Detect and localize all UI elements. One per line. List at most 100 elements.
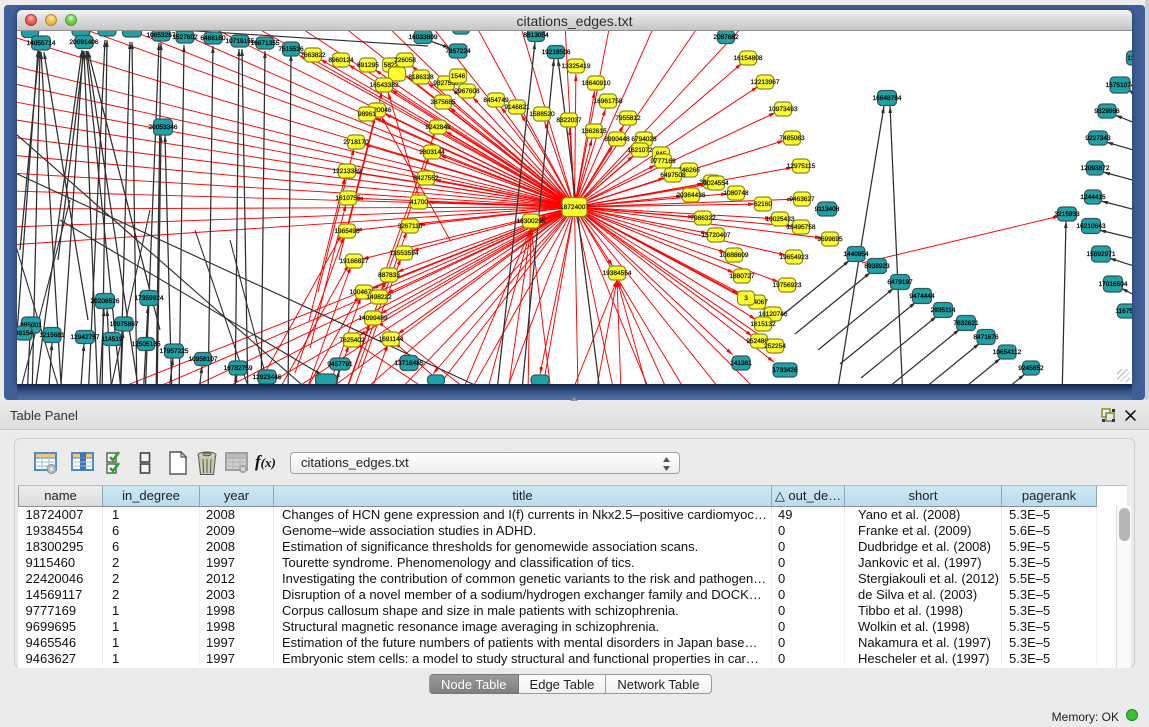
svg-text:12505135: 12505135 — [132, 341, 161, 348]
svg-text:6479197: 6479197 — [887, 279, 913, 286]
svg-text:18300295: 18300295 — [517, 218, 546, 225]
svg-text:17359924: 17359924 — [135, 295, 164, 302]
svg-text:1965498: 1965498 — [334, 228, 360, 235]
svg-text:8454749: 8454749 — [483, 97, 509, 104]
svg-text:7625402: 7625402 — [339, 337, 365, 344]
svg-text:7986322: 7986322 — [690, 215, 716, 222]
svg-text:39154: 39154 — [17, 330, 33, 337]
svg-text:16671355: 16671355 — [251, 40, 280, 47]
svg-text:3: 3 — [744, 295, 748, 302]
svg-text:18724007: 18724007 — [560, 204, 589, 211]
svg-text:10975867: 10975867 — [110, 321, 139, 328]
svg-text:3875685: 3875685 — [430, 99, 456, 106]
svg-text:8471676: 8471676 — [973, 334, 999, 341]
svg-text:8990448: 8990448 — [604, 136, 630, 143]
svg-text:20364436: 20364436 — [677, 192, 706, 199]
svg-text:16210643: 16210643 — [1077, 223, 1106, 230]
svg-text:10973493: 10973493 — [769, 106, 798, 113]
svg-text:10654112: 10654112 — [993, 349, 1022, 356]
svg-text:9242843: 9242843 — [425, 124, 451, 131]
svg-text:98961: 98961 — [358, 111, 376, 118]
svg-text:2087682: 2087682 — [713, 34, 739, 41]
svg-text:7857224: 7857224 — [445, 48, 471, 55]
svg-text:1733426: 1733426 — [772, 367, 798, 374]
svg-text:12093872: 12093872 — [1081, 165, 1110, 172]
svg-text:2803144: 2803144 — [419, 149, 445, 156]
svg-text:19218506: 19218506 — [542, 49, 571, 56]
svg-text:8186328: 8186328 — [408, 74, 434, 81]
svg-text:1527602: 1527602 — [172, 34, 198, 41]
svg-text:252254: 252254 — [764, 343, 786, 350]
svg-text:20691406: 20691406 — [70, 39, 99, 46]
svg-text:1112: 1112 — [1127, 55, 1132, 62]
svg-text:226058: 226058 — [394, 57, 416, 64]
svg-text:20053346: 20053346 — [149, 124, 178, 131]
svg-text:9777169: 9777169 — [650, 158, 676, 165]
svg-text:9699695: 9699695 — [817, 236, 843, 243]
svg-text:16961758: 16961758 — [594, 98, 623, 105]
svg-text:1244415: 1244415 — [1080, 194, 1106, 201]
svg-text:1546: 1546 — [451, 73, 466, 80]
svg-text:15720407: 15720407 — [702, 232, 731, 239]
svg-text:41700: 41700 — [410, 199, 428, 206]
svg-text:8960124: 8960124 — [328, 57, 354, 64]
svg-text:1080748: 1080748 — [723, 190, 749, 197]
svg-text:116753: 116753 — [1115, 308, 1132, 315]
svg-text:16648784: 16648784 — [873, 95, 902, 102]
svg-text:1621072: 1621072 — [627, 147, 653, 154]
svg-text:10688609: 10688609 — [720, 252, 749, 259]
svg-text:1615132: 1615132 — [750, 321, 776, 328]
svg-text:16033809: 16033809 — [409, 34, 438, 41]
svg-text:18495758: 18495758 — [787, 224, 816, 231]
svg-text:3267110: 3267110 — [398, 223, 423, 230]
svg-text:18640910: 18640910 — [582, 80, 611, 87]
svg-text:1610755: 1610755 — [335, 195, 361, 202]
svg-text:15751074: 15751074 — [1106, 82, 1132, 89]
svg-text:114519: 114519 — [101, 336, 123, 343]
svg-text:10025433: 10025433 — [766, 216, 795, 223]
svg-text:12975115: 12975115 — [787, 163, 816, 170]
svg-text:12942757: 12942757 — [71, 334, 100, 341]
svg-text:6497508: 6497508 — [660, 172, 686, 179]
svg-text:9474444: 9474444 — [909, 293, 935, 300]
svg-text:14055714: 14055714 — [27, 40, 56, 47]
svg-text:7485063: 7485063 — [779, 135, 805, 142]
svg-text:3215933: 3215933 — [1054, 211, 1080, 218]
svg-text:8938923: 8938923 — [864, 263, 890, 270]
svg-text:19654923: 19654923 — [780, 254, 809, 261]
svg-text:9245652: 9245652 — [1018, 365, 1044, 372]
svg-text:8813054: 8813054 — [523, 32, 549, 39]
svg-text:1362615: 1362615 — [581, 128, 607, 135]
svg-text:9227343: 9227343 — [1085, 135, 1111, 142]
svg-text:12213967: 12213967 — [751, 79, 780, 86]
svg-text:13553594: 13553594 — [390, 250, 419, 257]
svg-text:1880727: 1880727 — [729, 273, 755, 280]
svg-text:12213389: 12213389 — [333, 168, 362, 175]
svg-text:9463627: 9463627 — [789, 196, 815, 203]
svg-text:16154808: 16154808 — [734, 55, 763, 62]
svg-text:891295: 891295 — [357, 62, 379, 69]
svg-text:9113408: 9113408 — [815, 206, 840, 213]
svg-text:17957225: 17957225 — [160, 348, 189, 355]
svg-text:9146821: 9146821 — [504, 104, 530, 111]
svg-text:2967608: 2967608 — [454, 88, 480, 95]
svg-text:887833: 887833 — [378, 272, 400, 279]
svg-text:12923446: 12923446 — [253, 374, 282, 381]
svg-text:19384554: 19384554 — [603, 270, 632, 277]
svg-text:1440954: 1440954 — [843, 251, 869, 258]
svg-text:7663822: 7663822 — [300, 52, 326, 59]
svg-text:6794028: 6794028 — [631, 136, 657, 143]
svg-text:9457791: 9457791 — [327, 361, 353, 368]
svg-text:19166827: 19166827 — [340, 258, 369, 265]
svg-text:17016504: 17016504 — [1099, 281, 1128, 288]
svg-text:16782759: 16782759 — [224, 365, 253, 372]
svg-text:7632621: 7632621 — [953, 320, 979, 327]
svg-text:2718170: 2718170 — [343, 139, 369, 146]
svg-text:9329966: 9329966 — [1094, 108, 1120, 115]
svg-text:16543382: 16543382 — [370, 82, 399, 89]
svg-text:1588520: 1588520 — [529, 111, 555, 118]
svg-text:1215681: 1215681 — [39, 332, 65, 339]
svg-text:20206526: 20206526 — [91, 298, 120, 305]
svg-text:6466160: 6466160 — [200, 35, 226, 42]
svg-text:141361: 141361 — [730, 360, 752, 367]
